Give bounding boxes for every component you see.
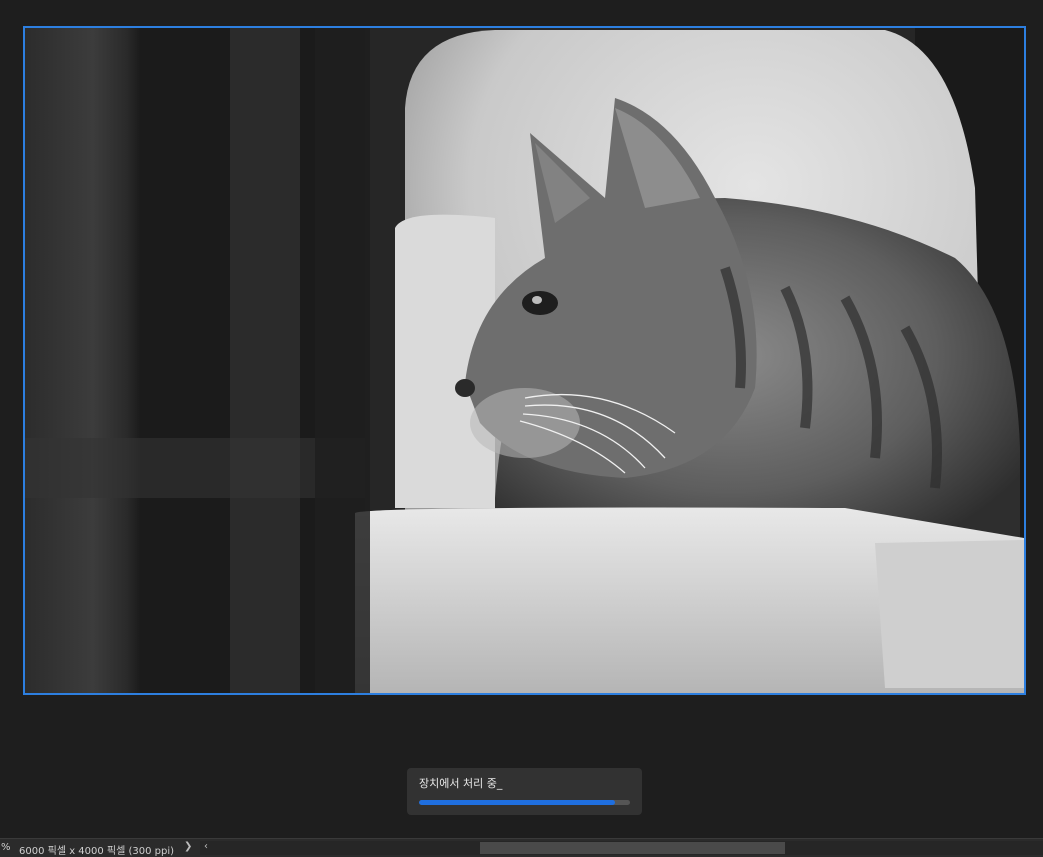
progress-bar-fill bbox=[419, 800, 616, 805]
zoom-level-suffix[interactable]: % bbox=[1, 842, 11, 853]
processing-message: 장치에서 처리 중_ bbox=[419, 777, 503, 790]
processing-toast: 장치에서 처리 중_ bbox=[407, 768, 642, 815]
canvas-workspace[interactable]: 장치에서 처리 중_ bbox=[0, 0, 1043, 838]
progress-bar bbox=[419, 800, 630, 805]
document-canvas[interactable] bbox=[23, 26, 1026, 695]
status-bar: % 6000 픽셀 x 4000 픽셀 (300 ppi) ❯ ‹ bbox=[0, 838, 1043, 857]
horizontal-scroll-thumb[interactable] bbox=[480, 842, 785, 854]
horizontal-scrollbar[interactable]: ‹ bbox=[200, 841, 1043, 855]
cat-photo bbox=[25, 28, 1024, 693]
document-info[interactable]: 6000 픽셀 x 4000 픽셀 (300 ppi) bbox=[19, 842, 174, 857]
scroll-left-arrow-icon[interactable]: ‹ bbox=[204, 841, 208, 852]
status-menu-arrow-icon[interactable]: ❯ bbox=[184, 841, 192, 852]
